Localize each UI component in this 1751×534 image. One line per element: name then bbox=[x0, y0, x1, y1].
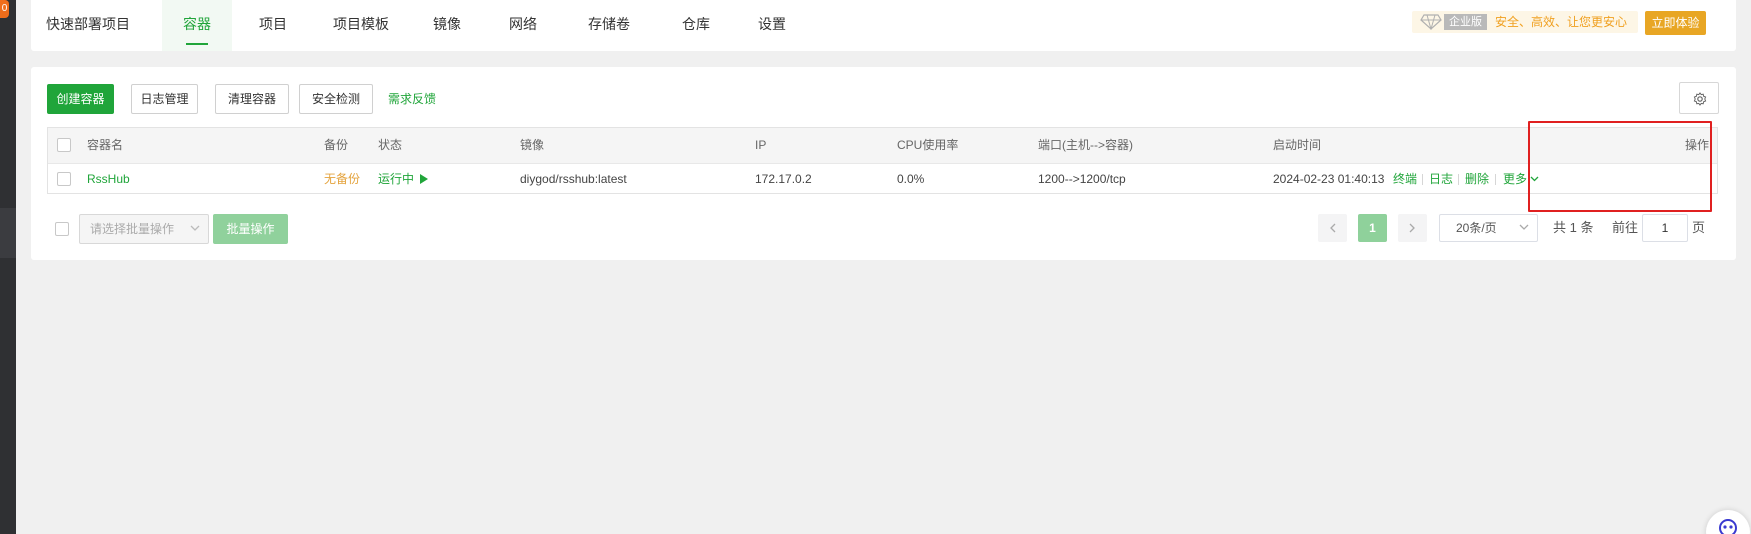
enterprise-promo[interactable]: 企业版 安全、高效、让您更安心 bbox=[1412, 11, 1638, 33]
total-count: 共 1 条 bbox=[1553, 220, 1594, 235]
try-now-button[interactable]: 立即体验 bbox=[1645, 11, 1706, 35]
play-icon bbox=[420, 174, 429, 184]
action-separator bbox=[1458, 174, 1459, 185]
cpu-usage: 0.0% bbox=[897, 172, 925, 186]
col-ports: 端口(主机-->容器) bbox=[1038, 138, 1133, 152]
tab-images[interactable]: 镜像 bbox=[429, 0, 465, 51]
containers-table: 容器名 备份 状态 镜像 IP CPU使用率 端口(主机-->容器) 启动时间 … bbox=[47, 127, 1718, 194]
column-settings-button[interactable] bbox=[1679, 82, 1719, 114]
log-link[interactable]: 日志 bbox=[1429, 164, 1453, 194]
edition-badge: 企业版 bbox=[1444, 14, 1487, 30]
sidebar-active-item[interactable] bbox=[0, 208, 16, 258]
chevron-right-icon bbox=[1409, 223, 1415, 233]
annotation-highlight-box bbox=[1528, 121, 1712, 212]
create-container-button[interactable]: 创建容器 bbox=[47, 84, 114, 114]
run-status-label: 运行中 bbox=[378, 172, 415, 186]
chevron-left-icon bbox=[1330, 223, 1336, 233]
col-image: 镜像 bbox=[520, 138, 545, 152]
image-name: diygod/rsshub:latest bbox=[520, 172, 627, 186]
chevron-down-icon bbox=[190, 225, 200, 231]
start-time: 2024-02-23 01:40:13 bbox=[1273, 172, 1385, 186]
page-unit-label: 页 bbox=[1692, 220, 1706, 235]
tab-quick-deploy[interactable]: 快速部署项目 bbox=[31, 0, 145, 51]
support-robot-button[interactable] bbox=[1706, 510, 1750, 534]
tab-settings[interactable]: 设置 bbox=[754, 0, 790, 51]
page-size-value: 20条/页 bbox=[1456, 221, 1497, 235]
left-sidebar-edge: 0 bbox=[0, 0, 16, 534]
container-name-link[interactable]: RssHub bbox=[87, 164, 130, 194]
table-row: RssHub 无备份 运行中 diygod/rsshub:latest 172.… bbox=[48, 164, 1717, 194]
col-name: 容器名 bbox=[87, 138, 124, 152]
bulk-action-select[interactable]: 请选择批量操作 bbox=[79, 214, 209, 244]
col-cpu: CPU使用率 bbox=[897, 138, 959, 152]
row-checkbox[interactable] bbox=[57, 172, 71, 186]
col-status: 状态 bbox=[378, 138, 403, 152]
container-ip: 172.17.0.2 bbox=[755, 172, 812, 186]
select-all-checkbox[interactable] bbox=[57, 138, 71, 152]
log-management-button[interactable]: 日志管理 bbox=[131, 84, 198, 114]
robot-icon bbox=[1719, 519, 1737, 534]
col-ip: IP bbox=[755, 138, 767, 152]
bulk-action-button[interactable]: 批量操作 bbox=[213, 214, 288, 244]
run-status[interactable]: 运行中 bbox=[378, 164, 429, 194]
clean-containers-button[interactable]: 清理容器 bbox=[215, 84, 289, 114]
backup-status[interactable]: 无备份 bbox=[324, 164, 360, 194]
col-started: 启动时间 bbox=[1273, 138, 1322, 152]
action-separator bbox=[1422, 174, 1423, 185]
goto-label: 前往 bbox=[1612, 220, 1639, 235]
bulk-action-placeholder: 请选择批量操作 bbox=[90, 222, 175, 236]
page-number-current[interactable]: 1 bbox=[1358, 214, 1387, 242]
chevron-down-icon bbox=[1519, 224, 1529, 230]
col-backup: 备份 bbox=[324, 138, 349, 152]
table-header: 容器名 备份 状态 镜像 IP CPU使用率 端口(主机-->容器) 启动时间 … bbox=[48, 128, 1717, 164]
security-check-button[interactable]: 安全检测 bbox=[299, 84, 373, 114]
port-mapping: 1200-->1200/tcp bbox=[1038, 172, 1126, 186]
tab-registry[interactable]: 仓库 bbox=[678, 0, 714, 51]
terminal-link[interactable]: 终端 bbox=[1393, 164, 1417, 194]
promo-slogan: 安全、高效、让您更安心 bbox=[1495, 15, 1628, 29]
page-size-select[interactable]: 20条/页 bbox=[1439, 214, 1538, 242]
bulk-select-checkbox[interactable] bbox=[55, 222, 69, 236]
goto-page-input[interactable]: 1 bbox=[1642, 214, 1688, 242]
diamond-icon bbox=[1420, 14, 1442, 30]
delete-link[interactable]: 删除 bbox=[1465, 164, 1489, 194]
prev-page-button[interactable] bbox=[1318, 214, 1347, 242]
tab-project-templates[interactable]: 项目模板 bbox=[329, 0, 393, 51]
tab-networks[interactable]: 网络 bbox=[505, 0, 541, 51]
tab-volumes[interactable]: 存储卷 bbox=[584, 0, 634, 51]
gear-icon bbox=[1693, 92, 1707, 106]
more-label: 更多 bbox=[1503, 172, 1528, 186]
notification-badge-icon[interactable]: 0 bbox=[0, 0, 9, 18]
tab-containers[interactable]: 容器 bbox=[162, 0, 232, 51]
tab-projects[interactable]: 项目 bbox=[253, 0, 293, 51]
feedback-link[interactable]: 需求反馈 bbox=[388, 84, 436, 114]
action-separator bbox=[1495, 174, 1496, 185]
next-page-button[interactable] bbox=[1398, 214, 1427, 242]
